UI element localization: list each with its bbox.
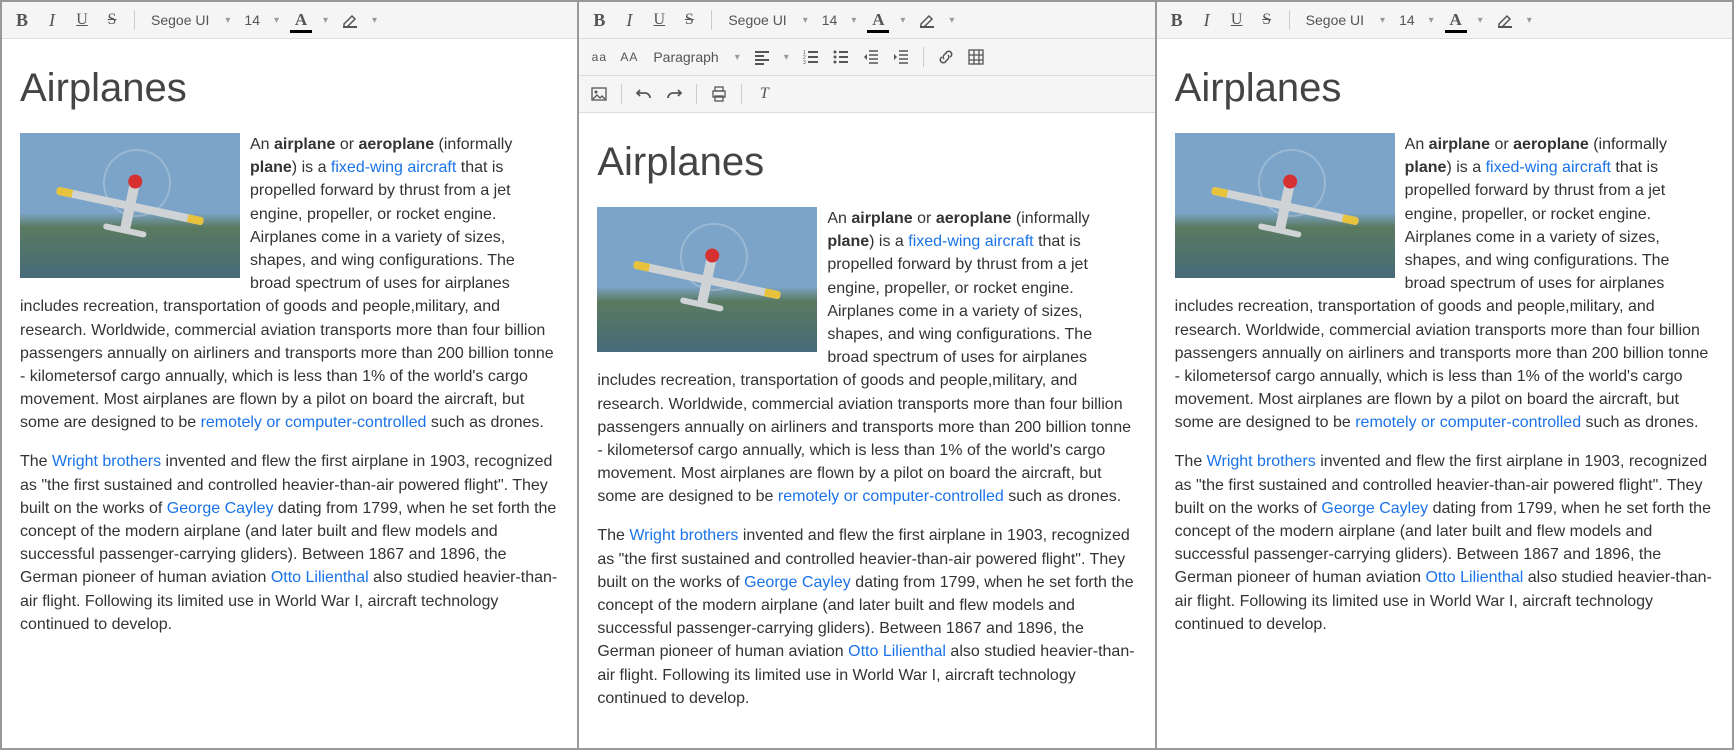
highlight-color-button[interactable]: [336, 6, 364, 34]
bold-button[interactable]: B: [585, 6, 613, 34]
link-remotely[interactable]: remotely or computer-controlled: [201, 414, 427, 431]
airplane-image: [20, 133, 240, 278]
separator: [696, 84, 697, 104]
table-button[interactable]: [962, 43, 990, 71]
app-root: B I U S Segoe UI ▾ 14 ▾ A ▾ ▾ Airplanes …: [0, 0, 1734, 750]
editor-content[interactable]: Airplanes An airplane or aeroplane (info…: [579, 113, 1154, 748]
redo-button[interactable]: [660, 80, 688, 108]
editor-content[interactable]: Airplanes An airplane or aeroplane (info…: [2, 39, 577, 748]
font-color-button[interactable]: A: [1442, 6, 1470, 34]
toolbar-row-2: aa AA Paragraph ▾ ▾ 123: [579, 39, 1154, 76]
separator: [741, 84, 742, 104]
font-color-button[interactable]: A: [864, 6, 892, 34]
link-wright-brothers[interactable]: Wright brothers: [1207, 453, 1316, 470]
clear-formatting-button[interactable]: T: [750, 80, 778, 108]
paragraph-style-select[interactable]: Paragraph: [645, 49, 726, 65]
highlight-color-button[interactable]: [1491, 6, 1519, 34]
bold-button[interactable]: B: [8, 6, 36, 34]
underline-button[interactable]: U: [645, 6, 673, 34]
link-wright-brothers[interactable]: Wright brothers: [52, 453, 161, 470]
link-fixed-wing[interactable]: fixed-wing aircraft: [1486, 159, 1611, 176]
link-otto-lilienthal[interactable]: Otto Lilienthal: [1425, 569, 1523, 586]
article-title: Airplanes: [20, 59, 559, 117]
chevron-down-icon[interactable]: ▾: [219, 15, 236, 26]
link-george-cayley[interactable]: George Cayley: [167, 500, 274, 517]
separator: [1289, 10, 1290, 30]
link-fixed-wing[interactable]: fixed-wing aircraft: [908, 233, 1033, 250]
chevron-down-icon[interactable]: ▾: [1472, 15, 1489, 26]
link-george-cayley[interactable]: George Cayley: [744, 574, 851, 591]
separator: [923, 47, 924, 67]
separator: [711, 10, 712, 30]
toolbar-row: B I U S Segoe UI ▾ 14 ▾ A ▾ ▾: [2, 2, 577, 39]
toolbar-row-3: T: [579, 76, 1154, 113]
chevron-down-icon[interactable]: ▾: [317, 15, 334, 26]
lowercase-button[interactable]: aa: [585, 43, 613, 71]
undo-button[interactable]: [630, 80, 658, 108]
image-button[interactable]: [585, 80, 613, 108]
chevron-down-icon[interactable]: ▾: [1521, 15, 1538, 26]
unordered-list-button[interactable]: [827, 43, 855, 71]
chevron-down-icon[interactable]: ▾: [797, 15, 814, 26]
article-title: Airplanes: [597, 133, 1136, 191]
chevron-down-icon[interactable]: ▾: [894, 15, 911, 26]
ordered-list-button[interactable]: 123: [797, 43, 825, 71]
strikethrough-button[interactable]: S: [675, 6, 703, 34]
indent-button[interactable]: [887, 43, 915, 71]
font-color-button[interactable]: A: [287, 6, 315, 34]
airplane-image: [1175, 133, 1395, 278]
font-size-select[interactable]: 14: [238, 12, 266, 28]
paragraph-2: The Wright brothers invented and flew th…: [20, 450, 559, 636]
separator: [621, 84, 622, 104]
chevron-down-icon[interactable]: ▾: [778, 52, 795, 63]
outdent-button[interactable]: [857, 43, 885, 71]
highlight-color-button[interactable]: [913, 6, 941, 34]
align-left-button[interactable]: [748, 43, 776, 71]
chevron-down-icon[interactable]: ▾: [1423, 15, 1440, 26]
chevron-down-icon[interactable]: ▾: [366, 15, 383, 26]
link-remotely[interactable]: remotely or computer-controlled: [778, 488, 1004, 505]
uppercase-button[interactable]: AA: [615, 43, 643, 71]
font-family-select[interactable]: Segoe UI: [143, 12, 217, 28]
editor-pane-1: B I U S Segoe UI ▾ 14 ▾ A ▾ ▾ Airplanes …: [2, 2, 579, 748]
paragraph-2: The Wright brothers invented and flew th…: [597, 524, 1136, 710]
underline-button[interactable]: U: [68, 6, 96, 34]
font-family-select[interactable]: Segoe UI: [720, 12, 794, 28]
font-family-select[interactable]: Segoe UI: [1298, 12, 1372, 28]
chevron-down-icon[interactable]: ▾: [943, 15, 960, 26]
strikethrough-button[interactable]: S: [1253, 6, 1281, 34]
link-george-cayley[interactable]: George Cayley: [1321, 500, 1428, 517]
chevron-down-icon[interactable]: ▾: [1374, 15, 1391, 26]
paragraph-2: The Wright brothers invented and flew th…: [1175, 450, 1714, 636]
toolbar-row: B I U S Segoe UI ▾ 14 ▾ A ▾ ▾: [1157, 2, 1732, 39]
toolbar-row-1: B I U S Segoe UI ▾ 14 ▾ A ▾ ▾: [579, 2, 1154, 39]
link-wright-brothers[interactable]: Wright brothers: [629, 527, 738, 544]
italic-button[interactable]: I: [615, 6, 643, 34]
editor-content[interactable]: Airplanes An airplane or aeroplane (info…: [1157, 39, 1732, 748]
print-button[interactable]: [705, 80, 733, 108]
link-button[interactable]: [932, 43, 960, 71]
strikethrough-button[interactable]: S: [98, 6, 126, 34]
link-fixed-wing[interactable]: fixed-wing aircraft: [331, 159, 456, 176]
link-otto-lilienthal[interactable]: Otto Lilienthal: [271, 569, 369, 586]
editor-pane-3: B I U S Segoe UI ▾ 14 ▾ A ▾ ▾ Airplanes …: [1157, 2, 1732, 748]
font-size-select[interactable]: 14: [816, 12, 844, 28]
airplane-image: [597, 207, 817, 352]
separator: [134, 10, 135, 30]
bold-button[interactable]: B: [1163, 6, 1191, 34]
editor-pane-2: B I U S Segoe UI ▾ 14 ▾ A ▾ ▾ aa AA Para…: [579, 2, 1156, 748]
font-size-select[interactable]: 14: [1393, 12, 1421, 28]
chevron-down-icon[interactable]: ▾: [729, 52, 746, 63]
link-remotely[interactable]: remotely or computer-controlled: [1355, 414, 1581, 431]
svg-text:3: 3: [803, 60, 806, 65]
chevron-down-icon[interactable]: ▾: [268, 15, 285, 26]
underline-button[interactable]: U: [1223, 6, 1251, 34]
article-title: Airplanes: [1175, 59, 1714, 117]
italic-button[interactable]: I: [1193, 6, 1221, 34]
italic-button[interactable]: I: [38, 6, 66, 34]
link-otto-lilienthal[interactable]: Otto Lilienthal: [848, 643, 946, 660]
chevron-down-icon[interactable]: ▾: [845, 15, 862, 26]
